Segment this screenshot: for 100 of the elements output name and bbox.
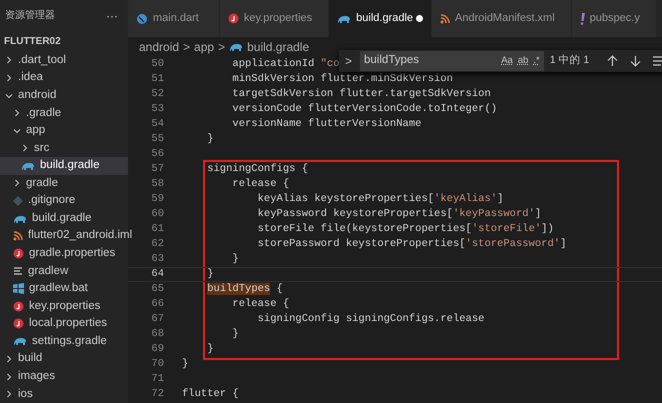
rss-icon bbox=[440, 14, 450, 24]
chevron-down-icon bbox=[13, 126, 21, 135]
line-number: 68 bbox=[150, 326, 164, 342]
line-number: 52 bbox=[150, 86, 164, 102]
code-line: targetSdkVersion flutter.targetSdkVersion bbox=[231, 86, 491, 102]
folder-item[interactable]: android bbox=[0, 86, 128, 104]
chevron-right-icon bbox=[5, 74, 13, 82]
line-number: 50 bbox=[150, 56, 164, 72]
elephant-icon bbox=[337, 14, 352, 24]
line-number: 55 bbox=[150, 132, 164, 147]
sidebar-title: 资源管理器 bbox=[5, 9, 55, 24]
chevron-right-icon bbox=[5, 390, 13, 398]
line-number: 63 bbox=[150, 252, 164, 267]
line-number: 62 bbox=[150, 236, 164, 252]
line-number: 71 bbox=[150, 372, 164, 387]
code-line: minSdkVersion flutter.minSdkVersion bbox=[231, 72, 453, 87]
line-number: 67 bbox=[150, 312, 164, 327]
line-number: 70 bbox=[150, 356, 164, 372]
chevron-right-icon bbox=[5, 355, 13, 364]
code-line: flutter { bbox=[181, 386, 239, 402]
elephant-icon bbox=[229, 42, 244, 52]
chevron-right-icon bbox=[21, 144, 29, 152]
line-number: 58 bbox=[150, 176, 164, 192]
grid-icon bbox=[13, 283, 24, 294]
rss-icon bbox=[13, 231, 23, 242]
file-item[interactable]: gradlew bbox=[0, 262, 128, 280]
elephant-icon bbox=[21, 160, 35, 171]
folder-item[interactable]: .gradle bbox=[0, 104, 128, 122]
chevron-right-icon bbox=[5, 372, 13, 381]
circle-icon bbox=[13, 318, 24, 330]
more-button[interactable]: ··· bbox=[106, 10, 118, 22]
breadcrumb-item[interactable]: android bbox=[139, 38, 180, 56]
editor-tab[interactable]: build.gradle bbox=[329, 0, 432, 37]
breadcrumb-separator: > bbox=[183, 38, 190, 56]
code-line: release { bbox=[231, 296, 290, 312]
find-option-button[interactable]: ab bbox=[518, 54, 528, 68]
code-line: release { bbox=[231, 176, 290, 192]
diamond-icon bbox=[13, 196, 23, 206]
folder-item[interactable]: .dart_tool bbox=[0, 52, 128, 70]
line-number: 69 bbox=[150, 342, 164, 357]
find-field[interactable]: buildTypes Aa ab .* bbox=[360, 51, 544, 71]
line-number: 57 bbox=[150, 162, 164, 177]
code-line: } bbox=[206, 342, 214, 357]
breadcrumb-item[interactable]: build.gradle bbox=[229, 38, 310, 56]
code-line: versionName flutterVersionName bbox=[231, 116, 422, 132]
arrow-up-icon[interactable] bbox=[607, 55, 618, 67]
folder-item[interactable]: src bbox=[0, 140, 128, 158]
code-line: storeFile file(keystoreProperties['storeFile']) bbox=[256, 222, 554, 237]
line-number: 53 bbox=[150, 102, 164, 117]
file-item[interactable]: settings.gradle bbox=[0, 332, 128, 350]
code-line: } bbox=[181, 356, 188, 372]
exclamation-icon bbox=[580, 12, 585, 24]
line-number: 56 bbox=[150, 146, 164, 162]
file-item[interactable]: local.properties bbox=[0, 315, 128, 333]
code-line: keyPassword keystoreProperties['keyPassword'] bbox=[256, 206, 542, 222]
code-line: buildTypes { bbox=[206, 282, 283, 297]
elephant-icon bbox=[13, 336, 27, 346]
line-number: 66 bbox=[150, 296, 164, 312]
breadcrumb-separator: > bbox=[218, 38, 226, 56]
file-item[interactable]: gradlew.bat bbox=[0, 280, 128, 298]
file-item[interactable]: gradle.properties bbox=[0, 244, 128, 262]
replace-toggle-button[interactable]: > bbox=[343, 52, 354, 70]
circle-icon bbox=[228, 13, 239, 24]
folder-item[interactable]: .idea bbox=[0, 69, 128, 87]
project-title[interactable]: FLUTTER02 bbox=[4, 34, 61, 49]
editor-tab[interactable]: key.properties bbox=[220, 0, 330, 37]
editor-tab[interactable]: main.dart bbox=[128, 0, 220, 37]
match-count: 1 中的 1 bbox=[550, 53, 590, 68]
file-item[interactable]: key.properties bbox=[0, 298, 128, 316]
line-number: 54 bbox=[150, 116, 164, 132]
folder-item[interactable]: app bbox=[0, 122, 128, 140]
elephant-icon bbox=[13, 214, 27, 224]
file-item[interactable]: .gitignore bbox=[0, 192, 128, 210]
folder-item[interactable]: images bbox=[0, 368, 128, 386]
arrow-down-icon[interactable] bbox=[630, 55, 642, 67]
breadcrumb-item[interactable]: app bbox=[194, 38, 214, 56]
code-line: } bbox=[206, 132, 214, 147]
code-line: signingConfigs { bbox=[206, 162, 308, 177]
chevron-right-icon bbox=[5, 56, 13, 64]
code-line: keyAlias keystoreProperties['keyAlias'] bbox=[256, 192, 504, 207]
lines-icon bbox=[13, 266, 23, 276]
circle-icon bbox=[13, 300, 24, 312]
chevron-right-icon bbox=[13, 109, 21, 118]
file-item[interactable]: build.gradle bbox=[0, 210, 128, 228]
editor-tab[interactable]: AndroidManifest.xml bbox=[432, 0, 572, 37]
file-item[interactable]: build.gradle bbox=[0, 157, 128, 175]
code-line: storePassword keystoreProperties['storePassword'] bbox=[256, 236, 566, 252]
folder-item[interactable]: gradle bbox=[0, 174, 128, 192]
code-line: signingConfig signingConfigs.release bbox=[256, 312, 484, 327]
find-option-button[interactable]: Aa bbox=[501, 54, 513, 68]
folder-item[interactable]: ios bbox=[0, 385, 128, 403]
chevron-down-icon bbox=[5, 92, 13, 100]
find-option-button[interactable]: .* bbox=[533, 54, 540, 68]
line-number: 60 bbox=[150, 206, 164, 222]
folder-item[interactable]: build bbox=[0, 350, 128, 368]
editor-tab[interactable]: pubspec.y bbox=[572, 0, 657, 37]
line-number: 65 bbox=[150, 282, 164, 297]
code-line: applicationId "co bbox=[231, 56, 340, 72]
line-number: 72 bbox=[150, 386, 164, 402]
menu-icon[interactable] bbox=[653, 56, 662, 66]
